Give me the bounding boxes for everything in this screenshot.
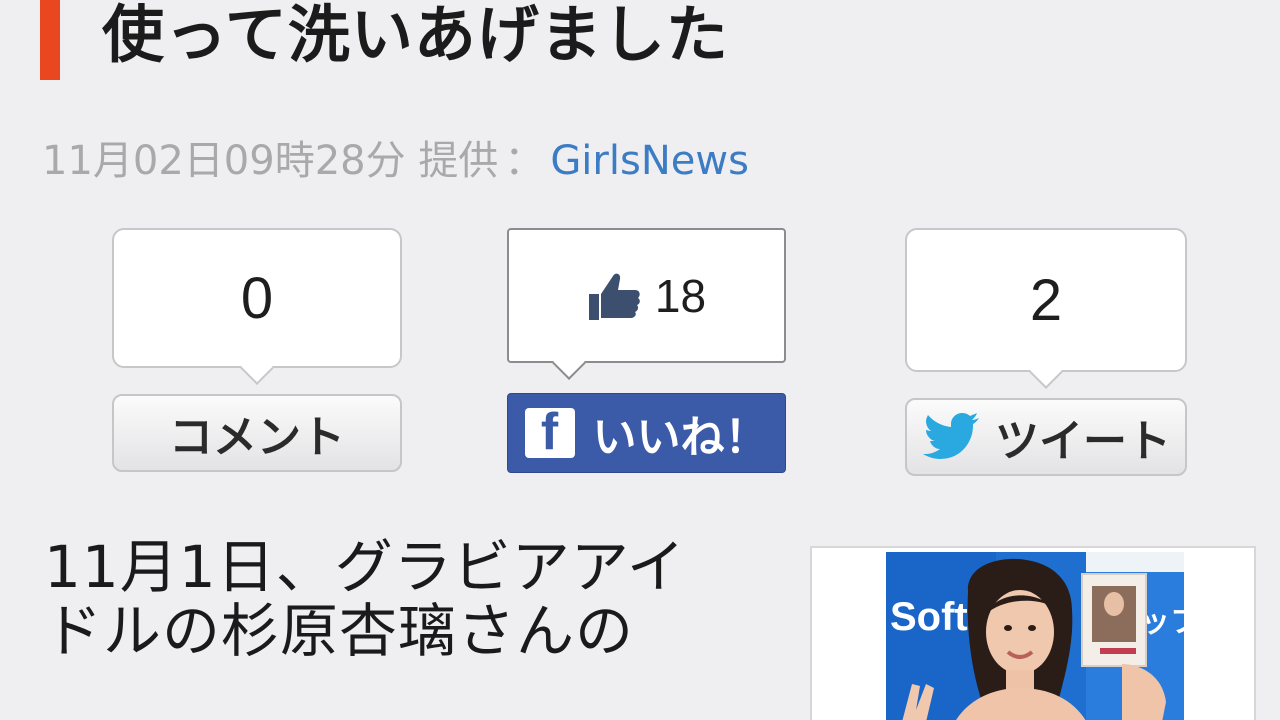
tweet-button[interactable]: ツイート [905,398,1187,476]
banner-text: Soft [890,595,968,639]
body-line: 11月1日、グラビアアイ [44,533,686,601]
thumbs-up-icon [587,268,643,324]
provider-link[interactable]: GirlsNews [550,138,749,184]
like-count-bubble: 18 [507,228,786,363]
twitter-bird-icon [921,412,981,462]
body-line: ドルの杉原杏璃さんの [44,597,635,665]
article-date: 11月02日09時28分 [42,138,406,184]
article-body: 11月1日、グラビアアイ ドルの杉原杏璃さんの [44,535,764,663]
article-title: 使って洗いあげました [102,0,729,71]
facebook-logo-icon: f [524,408,575,458]
provider-label: 提供 [418,138,499,184]
title-accent-bar [40,0,60,80]
comment-button-label: コメント [169,412,345,463]
like-count: 18 [654,269,707,322]
tweet-count-bubble: 2 [905,228,1187,372]
tweet-count: 2 [1029,267,1063,333]
provider-separator: ： [504,138,545,184]
comment-count-bubble: 0 [112,228,402,368]
tweet-button-label: ツイート [995,416,1171,467]
comment-count: 0 [240,265,274,331]
photo-illustration: Soft ッフ [886,552,1184,720]
comment-button[interactable]: コメント [112,394,402,472]
article-photo-frame[interactable]: Soft ッフ [810,546,1256,720]
article-page: 使って洗いあげました 11月02日09時28分 提供： GirlsNews 0 コ… [0,0,1280,720]
facebook-like-label: いいね！ [592,412,769,463]
facebook-like-button[interactable]: f いいね！ [507,393,786,473]
article-meta: 11月02日09時28分 提供： GirlsNews [42,128,749,186]
article-photo: Soft ッフ [886,552,1184,720]
